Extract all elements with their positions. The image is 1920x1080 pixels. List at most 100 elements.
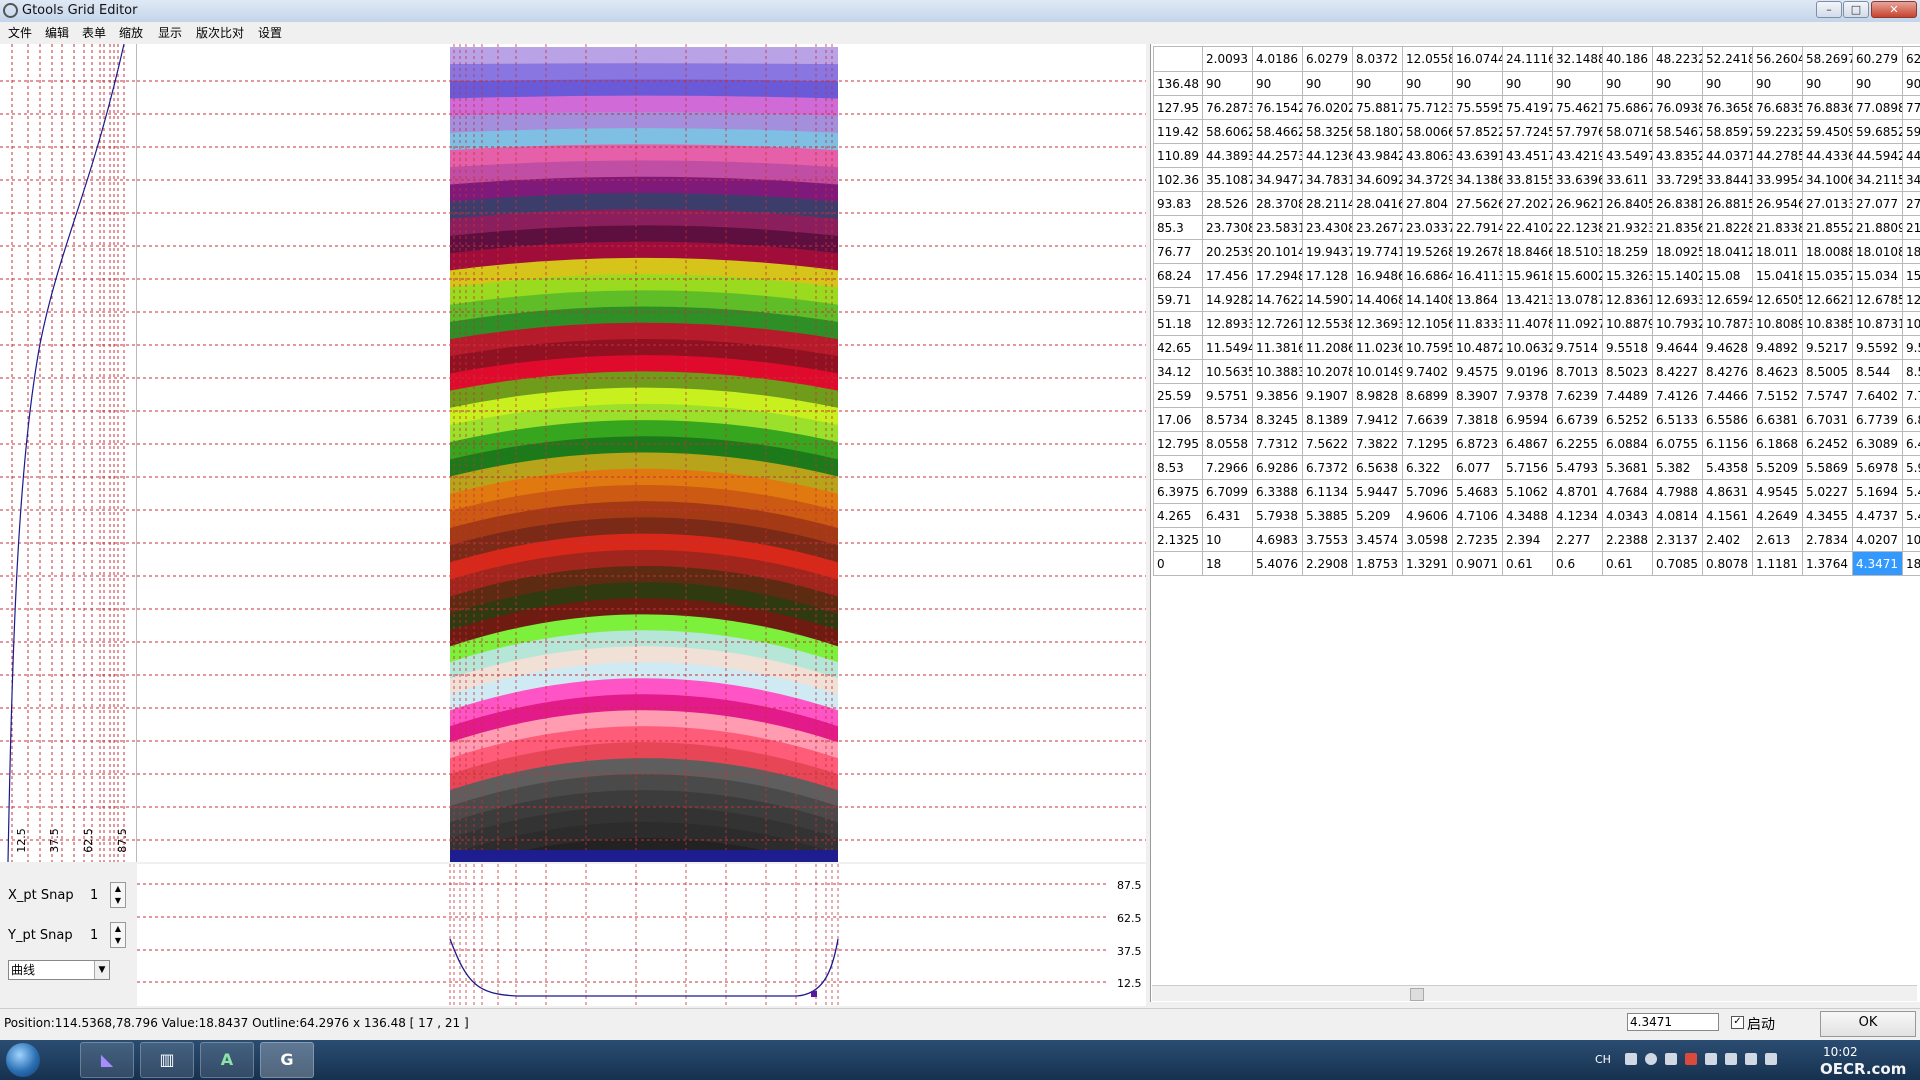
table-cell[interactable]: 10.8731 (1852, 311, 1903, 336)
table-cell[interactable]: 7.9378 (1502, 383, 1553, 408)
table-cell[interactable]: 75.4621 (1552, 95, 1603, 120)
table-cell[interactable]: 19.7741 (1352, 239, 1403, 264)
table-cell[interactable]: 7.3818 (1452, 407, 1503, 432)
table-cell[interactable]: 5.5869 (1802, 455, 1853, 480)
table-cell[interactable]: 26.8815 (1702, 191, 1753, 216)
table-cell[interactable]: 5.7156 (1502, 455, 1553, 480)
table-cell[interactable]: 19.9437 (1302, 239, 1353, 264)
antivirus-icon[interactable] (1685, 1053, 1697, 1065)
table-cell[interactable]: 4.1234 (1552, 503, 1603, 528)
table-cell[interactable]: 0.61 (1502, 551, 1553, 576)
y-snap-spinner[interactable]: ▲ ▼ (110, 922, 126, 948)
grid-color-view[interactable] (137, 44, 1146, 862)
column-header[interactable]: 12.0558 (1402, 46, 1453, 72)
table-cell[interactable]: 18 (1902, 551, 1920, 576)
table-cell[interactable]: 11.4078 (1502, 311, 1553, 336)
table-cell[interactable]: 6.9286 (1252, 455, 1303, 480)
table-cell[interactable]: 6.077 (1452, 455, 1503, 480)
table-cell[interactable]: 7.4489 (1602, 383, 1653, 408)
table-cell[interactable]: 57.8522 (1452, 119, 1503, 144)
table-cell[interactable]: 75.8817 (1352, 95, 1403, 120)
table-cell[interactable]: 58.4662 (1252, 119, 1303, 144)
table-cell[interactable]: 5.6978 (1852, 455, 1903, 480)
x-snap-value[interactable]: 1 (90, 888, 98, 903)
close-button[interactable]: ✕ (1871, 1, 1917, 18)
keyboard-icon[interactable] (1625, 1053, 1637, 1065)
table-cell[interactable]: 18.0108 (1852, 239, 1903, 264)
table-cell[interactable]: 17.456 (1202, 263, 1253, 288)
table-cell[interactable]: 4.0207 (1852, 527, 1903, 552)
table-cell[interactable]: 34.7831 (1302, 167, 1353, 192)
table-cell[interactable]: 27.1 (1902, 191, 1920, 216)
table-cell[interactable]: 11.0927 (1552, 311, 1603, 336)
column-header[interactable]: 32.1488 (1552, 46, 1603, 72)
table-cell[interactable]: 7.4126 (1652, 383, 1703, 408)
table-cell[interactable]: 90 (1652, 71, 1703, 96)
table-cell[interactable]: 12.6505 (1752, 287, 1803, 312)
column-header[interactable]: 4.0186 (1252, 46, 1303, 72)
bottom-curve-panel[interactable]: 87.5 62.5 37.5 12.5 (137, 864, 1146, 1006)
left-curve-plot[interactable] (0, 44, 136, 862)
table-cell[interactable]: 6.1134 (1302, 479, 1353, 504)
table-cell[interactable]: 10.7595 (1402, 335, 1453, 360)
table-cell[interactable]: 58.1807 (1352, 119, 1403, 144)
table-cell[interactable]: 8.9828 (1352, 383, 1403, 408)
table-cell[interactable]: 21.9323 (1602, 215, 1653, 240)
table-cell[interactable]: 4.7684 (1602, 479, 1653, 504)
table-cell[interactable]: 6.2452 (1802, 431, 1853, 456)
table-cell[interactable]: 90 (1352, 71, 1403, 96)
table-cell[interactable]: 8.58 (1902, 359, 1920, 384)
table-cell[interactable]: 9.1907 (1302, 383, 1353, 408)
table-cell[interactable]: 17.2948 (1252, 263, 1303, 288)
table-cell[interactable]: 6.5638 (1352, 455, 1403, 480)
table-cell[interactable]: 8.4276 (1702, 359, 1753, 384)
table-cell[interactable]: 15.0418 (1752, 263, 1803, 288)
table-cell[interactable]: 7.5747 (1802, 383, 1853, 408)
help-icon[interactable] (1645, 1053, 1657, 1065)
table-cell[interactable]: 5.4076 (1252, 551, 1303, 576)
table-cell[interactable]: 27.0133 (1802, 191, 1853, 216)
table-cell[interactable]: 9.7514 (1552, 335, 1603, 360)
table-cell[interactable]: 5.44 (1902, 503, 1920, 528)
table-cell[interactable]: 44.3893 (1202, 143, 1253, 168)
menu-edit[interactable]: 编辑 (45, 24, 69, 41)
table-cell[interactable]: 15.1402 (1652, 263, 1703, 288)
table-cell[interactable]: 5.4358 (1702, 455, 1753, 480)
table-cell[interactable]: 5.4683 (1452, 479, 1503, 504)
table-cell[interactable]: 4.8701 (1552, 479, 1603, 504)
table-cell[interactable]: 5.5209 (1752, 455, 1803, 480)
table-cell[interactable]: 7.1295 (1402, 431, 1453, 456)
row-header[interactable]: 51.18 (1153, 311, 1203, 336)
table-cell[interactable]: 13.4213 (1502, 287, 1553, 312)
table-cell[interactable]: 6.2255 (1552, 431, 1603, 456)
table-cell[interactable]: 2.394 (1502, 527, 1553, 552)
horizontal-scrollbar[interactable] (1152, 985, 1917, 1001)
table-cell[interactable]: 6.7739 (1852, 407, 1903, 432)
table-cell[interactable]: 11.2086 (1302, 335, 1353, 360)
table-cell[interactable]: 5.3885 (1302, 503, 1353, 528)
table-cell[interactable]: 20.2539 (1202, 239, 1253, 264)
shield-icon[interactable] (1705, 1053, 1717, 1065)
table-cell[interactable]: 18.0412 (1702, 239, 1753, 264)
table-cell[interactable]: 28.0416 (1352, 191, 1403, 216)
row-header[interactable]: 102.36 (1153, 167, 1203, 192)
table-cell[interactable]: 75.7123 (1402, 95, 1453, 120)
table-cell[interactable]: 12.7261 (1252, 311, 1303, 336)
table-cell[interactable]: 8.5005 (1802, 359, 1853, 384)
table-cell[interactable]: 90 (1502, 71, 1553, 96)
table-cell[interactable]: 5.382 (1652, 455, 1703, 480)
table-cell[interactable]: 76.1542 (1252, 95, 1303, 120)
column-header[interactable]: 2.0093 (1202, 46, 1253, 72)
table-cell[interactable]: 34.9477 (1252, 167, 1303, 192)
table-cell[interactable]: 33.611 (1602, 167, 1653, 192)
table-cell[interactable]: 59.2232 (1752, 119, 1803, 144)
table-cell[interactable]: 3.7553 (1302, 527, 1353, 552)
table-cell[interactable]: 6.3089 (1852, 431, 1903, 456)
table-cell[interactable]: 6.89 (1902, 407, 1920, 432)
table-cell[interactable]: 58.0716 (1602, 119, 1653, 144)
table-cell[interactable]: 4.0343 (1602, 503, 1653, 528)
table-cell[interactable]: 11.0236 (1352, 335, 1403, 360)
table-cell[interactable]: 7.6402 (1852, 383, 1903, 408)
settings-icon[interactable] (1665, 1053, 1677, 1065)
table-cell[interactable]: 8.0558 (1202, 431, 1253, 456)
